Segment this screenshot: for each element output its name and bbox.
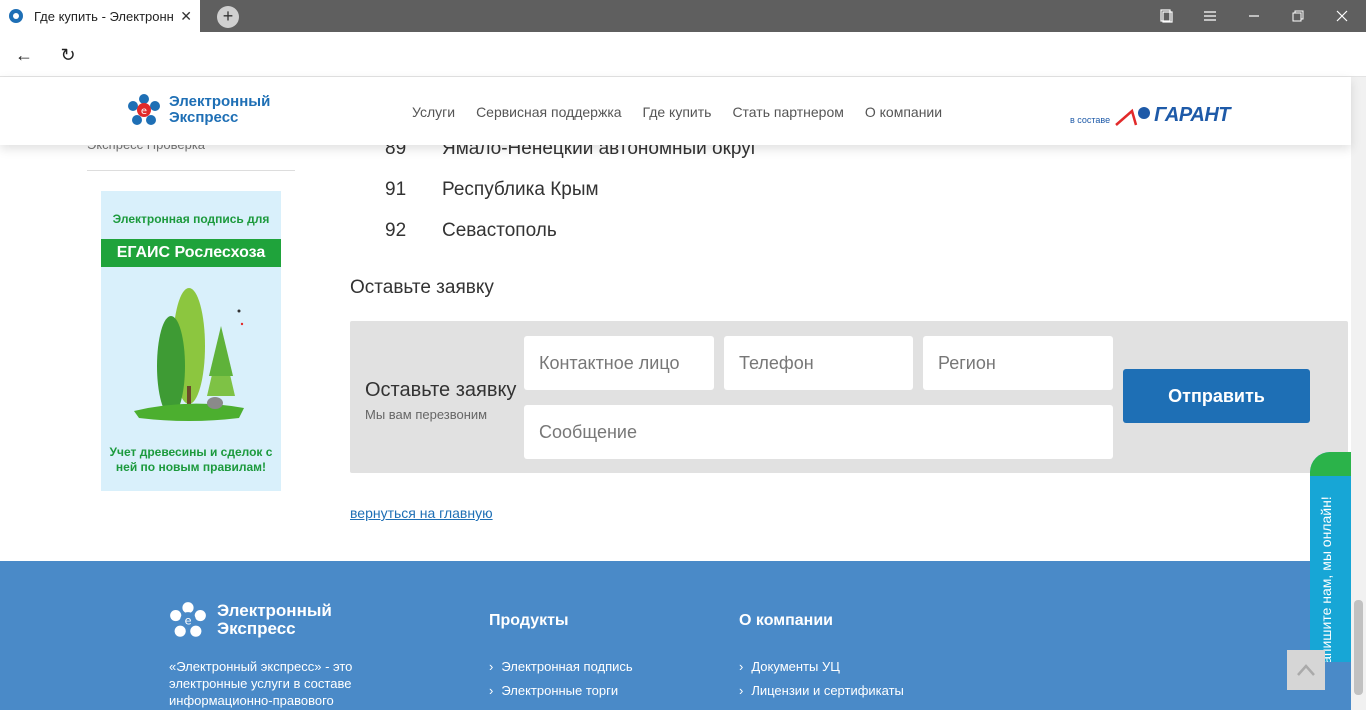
site-footer: e Электронный Экспресс «Электронный эксп… [0,561,1351,710]
chevron-up-icon [1297,664,1315,676]
site-logo[interactable]: e Электронный Экспресс [127,93,289,127]
banner-title: ЕГАИС Рослесхоза [101,239,281,267]
region-code: 92 [385,220,407,241]
logo-icon: e [128,94,160,125]
tab-title: Где купить - Электронн [34,8,174,24]
footer-link-signature[interactable]: Электронная подпись [489,659,632,674]
logo-text: Электронный Экспресс [169,93,271,126]
footer-products-title: Продукты [489,612,569,629]
form-subtitle: Мы вам перезвоним [365,407,488,422]
garant-small-text: в составе [1070,115,1111,125]
browser-toolbar: ← ↻ [0,32,1366,77]
menu-item-partner[interactable]: Стать партнером [732,104,843,120]
svg-text:e: e [141,106,147,117]
region-row: 91 Республика Крым [385,179,599,201]
new-tab-button[interactable]: + [217,6,239,28]
trees-illustration [134,288,244,421]
message-field[interactable]: Сообщение [524,405,1113,459]
scroll-to-top-button[interactable] [1287,650,1325,690]
garant-emblem-icon [1115,107,1151,126]
footer-description: «Электронный экспресс» - это электронные… [169,659,353,708]
menu-item-about[interactable]: О компании [865,104,942,120]
site-header: e Электронный Экспресс Услуги Сервисная … [0,77,1351,145]
tab-close-icon[interactable]: ✕ [180,8,192,25]
online-chat-widget[interactable]: Напишите нам, мы онлайн! [1310,452,1351,662]
site-favicon-icon [9,9,23,23]
region-name: Севастополь [442,220,557,241]
close-window-icon[interactable] [1320,0,1364,32]
banner-bottom-text: Учет древесины и сделок с ней по новым п… [109,445,273,474]
footer-link-tenders[interactable]: Электронные торги [489,683,618,698]
collections-icon[interactable] [1144,0,1188,32]
restore-icon[interactable] [1276,0,1320,32]
footer-logo[interactable]: e Электронный Экспресс [169,601,347,639]
request-form: Оставьте заявку Мы вам перезвоним Контак… [350,321,1348,473]
chat-widget-label: Напишите нам, мы онлайн! [1318,496,1334,662]
menu-icon[interactable] [1188,0,1232,32]
footer-company-title: О компании [739,612,833,629]
back-icon[interactable]: ← [12,43,36,67]
garant-logo[interactable]: в составе ГАРАНТ [1070,104,1230,127]
footer-link-documents[interactable]: Документы УЦ [739,659,840,674]
garant-word: ГАРАНТ [1154,104,1230,126]
browser-tab-bar: Где купить - Электронн ✕ + [0,0,1366,32]
egais-banner[interactable]: Электронная подпись для ЕГАИС Рослесхоза… [101,191,281,491]
footer-logo-text: Электронный Экспресс [217,601,332,638]
footer-logo-icon: e [170,602,206,637]
svg-text:e: e [185,614,192,627]
request-section-title: Оставьте заявку [350,277,494,298]
phone-field[interactable]: Телефон [724,336,913,390]
region-name: Республика Крым [442,179,599,200]
minimize-icon[interactable] [1232,0,1276,32]
sidebar-divider [87,170,295,171]
banner-top-text: Электронная подпись для [112,212,270,226]
region-code: 91 [385,179,407,200]
page-scrollbar[interactable] [1351,77,1366,710]
menu-item-services[interactable]: Услуги [412,104,455,120]
reload-icon[interactable]: ↻ [56,43,80,67]
browser-tab[interactable]: Где купить - Электронн ✕ [0,0,200,32]
region-field[interactable]: Регион [923,336,1113,390]
submit-button[interactable]: Отправить [1123,369,1310,423]
menu-item-support[interactable]: Сервисная поддержка [476,104,621,120]
form-title: Оставьте заявку [365,379,517,401]
region-row: 92 Севастополь [385,220,557,242]
scrollbar-thumb[interactable] [1354,600,1363,695]
menu-item-where-to-buy[interactable]: Где купить [643,104,712,120]
contact-field[interactable]: Контактное лицо [524,336,714,390]
footer-link-licenses[interactable]: Лицензии и сертификаты [739,683,904,698]
main-menu: Услуги Сервисная поддержка Где купить Ст… [412,104,942,120]
back-to-home-link[interactable]: вернуться на главную [350,505,493,521]
